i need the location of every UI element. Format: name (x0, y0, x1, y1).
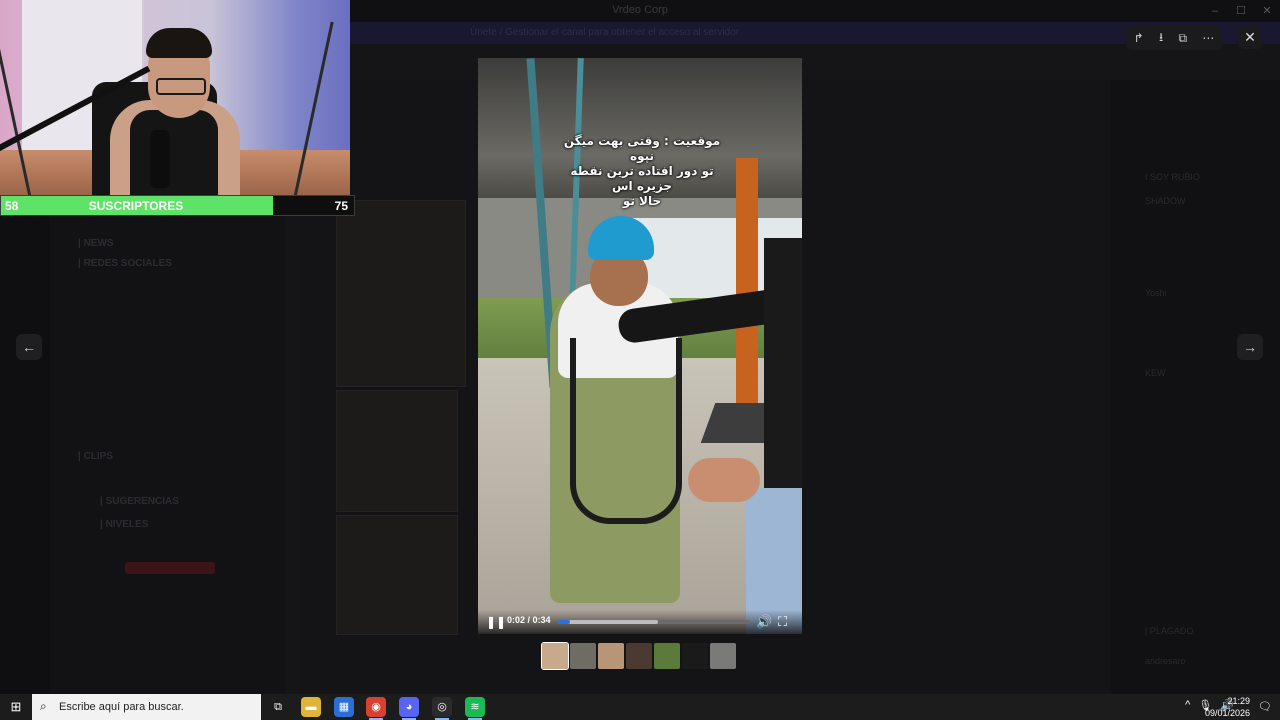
subscriber-goal-bar: 58 SUSCRIPTORES 75 (0, 195, 355, 216)
viewer-toolbar: ↱ ⭳ ⧉ ⋯ (1126, 26, 1222, 50)
member-item: SHADOW (1145, 196, 1186, 206)
voice-status-pill (125, 562, 215, 574)
caption-line: نپوه (629, 149, 654, 163)
chat-video (336, 515, 458, 635)
member-item: andresaro (1145, 656, 1186, 666)
chat-image (336, 200, 466, 387)
member-item: Yoshi (1145, 288, 1167, 298)
close-viewer-button[interactable]: ✕ (1238, 25, 1262, 49)
media-thumbnail[interactable] (626, 643, 652, 669)
webcam-glasses (156, 78, 206, 95)
video-caption: موقعیت : وقتی بهت میگن نپوه تو دور افتاد… (562, 134, 722, 209)
download-icon[interactable]: ⭳ (1159, 28, 1163, 49)
server-list (0, 216, 50, 694)
maximize-button[interactable]: ☐ (1228, 0, 1254, 22)
volume-icon[interactable]: 🔊 (756, 614, 772, 630)
member-item: I SOY RUBIO (1145, 172, 1200, 182)
video-harness (570, 338, 682, 524)
notifications-icon[interactable]: 🗨 (1258, 700, 1272, 713)
tray-expand-icon[interactable]: ^ (1185, 699, 1190, 712)
taskbar-search[interactable]: ⌕ Escribe aquí para buscar. (32, 694, 261, 720)
member-item: KEW (1145, 368, 1166, 378)
media-thumbnail[interactable] (710, 643, 736, 669)
task-view-icon[interactable]: ⧉ (268, 697, 288, 717)
video-player[interactable]: موقعیت : وقتی بهت میگن نپوه تو دور افتاد… (478, 58, 802, 634)
clock-time: 21:29 (1227, 696, 1250, 706)
channel-item: | NIVELES (100, 519, 149, 530)
store-icon[interactable]: ▦ (334, 697, 354, 717)
media-thumbnail[interactable] (682, 643, 708, 669)
search-icon: ⌕ (40, 699, 47, 713)
open-external-icon[interactable]: ⧉ (1178, 31, 1187, 46)
video-controls: ❚❚ 0:02 / 0:34 🔊 ⛶ (478, 610, 802, 634)
webcam-shirt (130, 110, 218, 195)
caption-line: موقعیت : وقتی بهت میگن (563, 134, 721, 148)
discord-icon[interactable]: ◕ (399, 697, 419, 720)
video-seekbar[interactable] (558, 620, 750, 624)
channel-item: | NEWS (78, 238, 114, 249)
caption-line: جزیره اس (611, 179, 673, 193)
start-button[interactable]: ⊞ (0, 694, 32, 720)
close-window-button[interactable]: ✕ (1254, 0, 1280, 22)
file-explorer-icon[interactable]: ▬ (301, 697, 321, 717)
previous-media-button[interactable]: ← (16, 334, 42, 360)
member-item: | PLAGADO (1145, 626, 1194, 636)
video-hand (688, 458, 760, 502)
more-icon[interactable]: ⋯ (1202, 31, 1214, 45)
webcam-hair (146, 28, 212, 58)
caption-line: تو دور افتاده ترین نقطه (570, 164, 714, 178)
search-placeholder: Escribe aquí para buscar. (59, 701, 184, 713)
clock-date: 09/01/2026 (1204, 708, 1250, 718)
spotify-icon[interactable]: ≋ (465, 697, 485, 720)
clock[interactable]: 21:29 09/01/2026 (1205, 695, 1250, 719)
subscriber-goal: 75 (334, 199, 348, 213)
media-thumbnails (541, 642, 736, 670)
video-orange-post (736, 158, 758, 408)
media-thumbnail[interactable] (598, 643, 624, 669)
chrome-icon[interactable]: ◉ (366, 697, 386, 720)
subscriber-label: SUSCRIPTORES (88, 199, 184, 213)
media-thumbnail[interactable] (541, 642, 569, 670)
server-banner-text: Únete / Gestionar el canal para obtener … (470, 27, 740, 38)
video-time: 0:02 / 0:34 (507, 615, 551, 625)
media-thumbnail[interactable] (570, 643, 596, 669)
webcam-microphone (150, 130, 170, 188)
fullscreen-icon[interactable]: ⛶ (778, 614, 787, 630)
next-media-button[interactable]: → (1237, 334, 1263, 360)
video-buffered (558, 620, 658, 624)
caption-line: حالا تو (622, 194, 662, 208)
obs-icon[interactable]: ◎ (432, 697, 452, 720)
video-progress (558, 620, 570, 624)
pause-button[interactable]: ❚❚ (486, 615, 506, 629)
media-thumbnail[interactable] (654, 643, 680, 669)
windows-taskbar: ⊞ ⌕ Escribe aquí para buscar. ⧉ ▬ ▦ ◉ ◕ … (0, 694, 1280, 720)
chat-image (336, 390, 458, 512)
window-controls: – ☐ ✕ (1202, 0, 1280, 22)
channel-item: | SUGERENCIAS (100, 496, 179, 507)
channel-item: | CLIPS (78, 451, 114, 462)
webcam-overlay (0, 0, 350, 195)
minimize-button[interactable]: – (1202, 0, 1228, 22)
share-icon[interactable]: ↱ (1134, 31, 1144, 45)
channel-item: | REDES SOCIALES (78, 258, 172, 269)
